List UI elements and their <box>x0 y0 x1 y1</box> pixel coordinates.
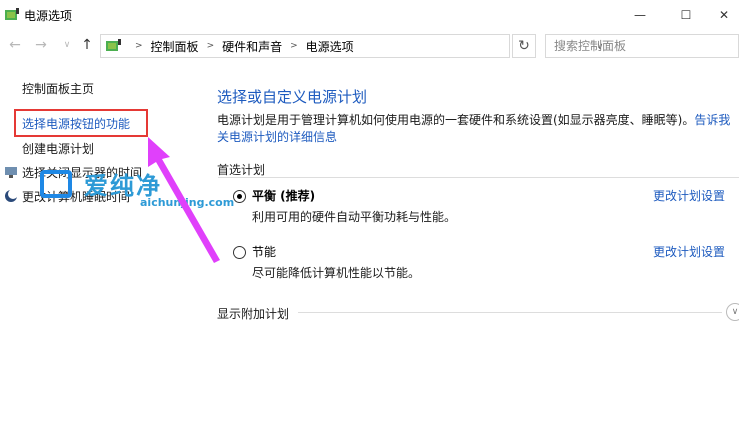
display-icon <box>5 167 17 178</box>
power-saver-change-settings-link[interactable]: 更改计划设置 <box>653 243 725 260</box>
watermark-box-icon <box>40 170 72 198</box>
up-arrow-icon[interactable]: ↑ <box>78 36 96 54</box>
breadcrumb-hardware-sound[interactable]: 硬件和声音 <box>222 38 282 55</box>
moon-icon <box>5 189 18 202</box>
title-bar: 电源选项 — ☐ ✕ <box>0 0 739 30</box>
sidebar-item-power-buttons[interactable]: 选择电源按钮的功能 <box>22 115 130 132</box>
balanced-plan-radio[interactable] <box>233 190 246 203</box>
minimize-button[interactable]: — <box>617 0 663 30</box>
close-button[interactable]: ✕ <box>709 0 739 30</box>
balanced-plan-description: 利用可用的硬件自动平衡功耗与性能。 <box>252 210 457 224</box>
power-saver-plan-name[interactable]: 节能 <box>252 243 276 260</box>
refresh-icon[interactable]: ↻ <box>512 34 536 58</box>
control-panel-icon <box>106 39 121 51</box>
back-arrow-icon[interactable]: ← <box>6 36 24 54</box>
power-options-icon <box>5 8 19 20</box>
navigation-bar: ← → ∨ ↑ > 控制面板 > 硬件和声音 > 电源选项 ∨ ↻ 搜索控制面板 <box>0 32 739 60</box>
power-saver-plan-description: 尽可能降低计算机性能以节能。 <box>252 266 421 280</box>
maximize-button[interactable]: ☐ <box>663 0 709 30</box>
additional-plans-label[interactable]: 显示附加计划 <box>217 305 289 322</box>
section-divider <box>298 312 722 313</box>
window-title: 电源选项 <box>24 9 73 23</box>
breadcrumb-separator-icon[interactable]: > <box>135 41 143 51</box>
section-divider <box>218 177 739 178</box>
recent-locations-chevron-icon[interactable]: ∨ <box>58 36 76 54</box>
sidebar-item-create-plan[interactable]: 创建电源计划 <box>22 140 94 157</box>
forward-arrow-icon[interactable]: → <box>32 36 50 54</box>
address-bar[interactable]: > 控制面板 > 硬件和声音 > 电源选项 ∨ <box>100 34 603 58</box>
sidebar-item-control-panel-home[interactable]: 控制面板主页 <box>22 80 94 97</box>
breadcrumb-separator-icon[interactable]: > <box>290 41 298 51</box>
search-input[interactable]: 搜索控制面板 <box>545 34 739 58</box>
page-title: 选择或自定义电源计划 <box>217 88 368 106</box>
learn-more-link[interactable]: 告诉我 <box>694 113 730 127</box>
balanced-plan-name[interactable]: 平衡 (推荐) <box>252 187 315 204</box>
preferred-plans-label: 首选计划 <box>217 163 266 177</box>
balanced-change-settings-link[interactable]: 更改计划设置 <box>653 187 725 204</box>
plan-details-link[interactable]: 关电源计划的详细信息 <box>217 130 337 144</box>
expand-chevron-icon[interactable]: ∨ <box>726 303 739 321</box>
breadcrumb-control-panel[interactable]: 控制面板 <box>151 38 199 55</box>
description-text: 电源计划是用于管理计算机如何使用电源的一套硬件和系统设置(如显示器亮度、睡眠等)… <box>217 113 695 127</box>
power-saver-plan-radio[interactable] <box>233 246 246 259</box>
breadcrumb-separator-icon[interactable]: > <box>207 41 215 51</box>
page-description: 电源计划是用于管理计算机如何使用电源的一套硬件和系统设置(如显示器亮度、睡眠等)… <box>217 112 739 146</box>
breadcrumb-power-options[interactable]: 电源选项 <box>306 38 354 55</box>
annotation-arrow-icon <box>148 137 220 263</box>
